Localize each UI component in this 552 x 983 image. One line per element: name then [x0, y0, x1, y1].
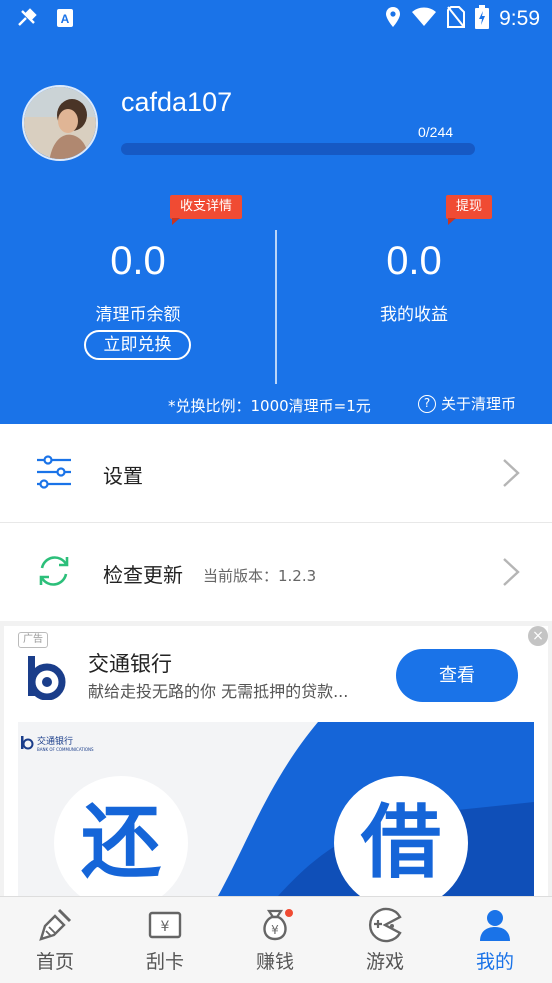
nav-scratch-label: 刮卡 — [145, 951, 184, 973]
column-divider — [275, 230, 277, 384]
battery-charging-icon — [475, 5, 490, 33]
bank-logo-icon — [22, 654, 68, 701]
status-bar: A 9:59 — [0, 0, 552, 37]
banner-bank-name: 交通银行 — [37, 737, 74, 747]
coin-balance-value: 0.0 — [110, 239, 166, 283]
earnings-value: 0.0 — [386, 239, 442, 283]
withdraw-tag[interactable]: 提现 — [446, 195, 493, 225]
wifi-icon — [411, 7, 437, 31]
ad-title: 交通银行 — [88, 652, 172, 676]
coin-balance-label: 清理币余额 — [95, 305, 181, 325]
settings-row[interactable]: 设置 — [0, 424, 552, 522]
svg-text:A: A — [61, 12, 70, 26]
settings-label: 设置 — [103, 464, 143, 488]
nav-earn[interactable]: ¥ 赚钱 — [220, 897, 330, 983]
nav-home-label: 首页 — [35, 951, 74, 973]
nav-games[interactable]: 游戏 — [330, 897, 440, 983]
user-icon — [477, 907, 513, 943]
chevron-right-icon — [500, 458, 522, 492]
nav-mine-label: 我的 — [475, 951, 514, 973]
svg-text:¥: ¥ — [161, 919, 170, 935]
broom-icon — [37, 907, 73, 943]
refresh-icon — [34, 551, 74, 591]
exchange-ratio-text: *兑换比例：1000清理币=1元 — [168, 397, 371, 415]
earnings-label: 我的收益 — [380, 305, 448, 325]
current-version-text: 当前版本：1.2.3 — [203, 567, 317, 585]
exchange-now-button[interactable]: 立即兑换 — [84, 330, 191, 360]
nav-scratch[interactable]: ¥ 刮卡 — [110, 897, 220, 983]
ad-description: 献给走投无路的你 无需抵押的贷款... — [88, 682, 349, 701]
chevron-right-icon — [500, 557, 522, 591]
no-sim-icon — [447, 6, 466, 32]
check-update-label: 检查更新 — [103, 563, 183, 587]
banner-bank-logo: 交通银行 BANK OF COMMUNICATIONS — [20, 734, 94, 752]
app-screen: A 9:59 cafda107 0/244 收支详情 提现 0.0 清理币余额 … — [0, 0, 552, 983]
money-bag-icon: ¥ — [257, 907, 293, 943]
airplane-tool-icon — [16, 7, 38, 33]
check-update-row[interactable]: 检查更新 当前版本：1.2.3 — [0, 523, 552, 621]
income-details-tag[interactable]: 收支详情 — [170, 195, 243, 225]
ad-card[interactable]: 广告 × 交通银行 献给走投无路的你 无需抵押的贷款... 查看 交通银行 BA… — [4, 626, 548, 896]
question-icon: ? — [418, 394, 436, 413]
nav-mine[interactable]: 我的 — [440, 897, 550, 983]
view-ad-button[interactable]: 查看 — [396, 649, 518, 702]
about-coins-link[interactable]: ? 关于清理币 — [418, 393, 516, 414]
ad-label: 广告 — [18, 632, 48, 648]
location-icon — [385, 6, 401, 32]
avatar[interactable] — [22, 85, 98, 161]
ad-banner-image[interactable]: 交通银行 BANK OF COMMUNICATIONS 还 借 — [18, 722, 534, 896]
profile-header: cafda107 0/244 收支详情 提现 0.0 清理币余额 立即兑换 0.… — [0, 37, 552, 424]
username: cafda107 — [121, 87, 233, 117]
bottom-nav: 首页 ¥ 刮卡 ¥ 赚钱 游戏 我的 — [0, 896, 552, 983]
clock-time: 9:59 — [499, 7, 540, 30]
nav-home[interactable]: 首页 — [0, 897, 110, 983]
progress-bar — [121, 143, 475, 155]
nav-earn-label: 赚钱 — [255, 951, 294, 973]
game-controller-icon — [367, 907, 403, 943]
progress-text: 0/244 — [418, 124, 454, 140]
banner-bank-en: BANK OF COMMUNICATIONS — [37, 747, 94, 752]
scratch-card-icon: ¥ — [147, 907, 183, 943]
close-icon[interactable]: × — [528, 626, 548, 646]
sliders-icon — [34, 452, 74, 492]
nav-games-label: 游戏 — [365, 951, 404, 973]
about-coins-label: 关于清理币 — [441, 395, 517, 413]
accessibility-a-icon: A — [56, 8, 74, 32]
svg-text:¥: ¥ — [271, 923, 279, 937]
